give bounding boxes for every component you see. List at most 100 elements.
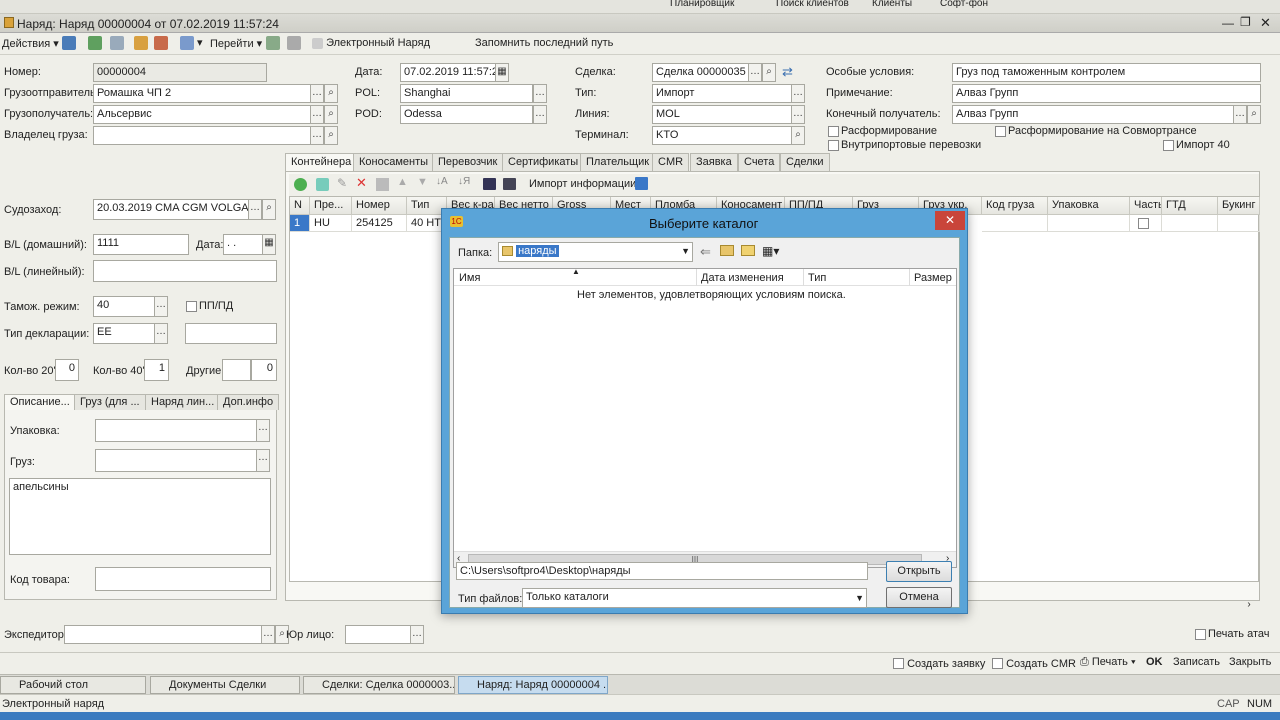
close-icon[interactable]: ✕ — [935, 211, 965, 230]
shipper-dots-button[interactable]: … — [310, 84, 324, 103]
post-icon[interactable] — [134, 36, 148, 50]
date-field[interactable]: 07.02.2019 11:57:24 — [400, 63, 496, 82]
subtab-cargo[interactable]: Груз (для ... — [74, 394, 146, 410]
table-cell[interactable] — [1130, 215, 1162, 232]
sort-desc-icon[interactable]: ↓Я — [458, 176, 470, 187]
col-type[interactable]: Тип — [808, 272, 826, 284]
cancel-button[interactable]: Отмена — [886, 587, 952, 608]
search-icon[interactable]: ⌕ — [324, 84, 338, 103]
col-name[interactable]: Имя — [459, 272, 480, 284]
softfon-button[interactable]: Софт-фон — [940, 0, 988, 9]
qty20-field[interactable]: 0 — [55, 359, 79, 381]
pack-dots-button[interactable]: … — [256, 419, 270, 442]
voyage-dots-button[interactable]: … — [248, 199, 262, 220]
disband-sov-checkbox[interactable] — [995, 126, 1006, 137]
search-icon[interactable]: ⌕ — [324, 126, 338, 145]
tab-cmr[interactable]: CMR — [652, 153, 690, 171]
folder-select[interactable]: наряды ▼ — [498, 242, 693, 262]
view-menu-icon[interactable]: ▦▾ — [762, 244, 779, 258]
task-order[interactable]: Наряд: Наряд 00000004 ...:24 — [458, 676, 608, 694]
col-packing[interactable]: Упаковка — [1048, 197, 1130, 215]
deal-field[interactable]: Сделка 00000035 от — [652, 63, 749, 82]
final-recipient-field[interactable]: Алваз Групп — [952, 105, 1234, 124]
description-textarea[interactable]: апельсины — [9, 478, 271, 555]
exchange-icon[interactable]: ⇄ — [782, 64, 793, 80]
pod-field[interactable]: Odessa — [400, 105, 533, 124]
col-date[interactable]: Дата изменения — [701, 272, 784, 284]
table-cell[interactable] — [1218, 215, 1260, 232]
code-field[interactable] — [95, 567, 271, 591]
export-icon[interactable] — [503, 178, 516, 190]
path-field[interactable]: C:\Users\softpro4\Desktop\наряды — [456, 562, 868, 580]
import40-checkbox[interactable] — [1163, 140, 1174, 151]
pol-field[interactable]: Shanghai — [400, 84, 533, 103]
col-size[interactable]: Размер — [914, 272, 952, 284]
forwarder-field[interactable] — [64, 625, 262, 644]
help-icon[interactable] — [266, 36, 280, 50]
cargo-field[interactable] — [95, 449, 257, 472]
special-field[interactable]: Груз под таможенным контролем — [952, 63, 1261, 82]
pol-dots-button[interactable]: … — [533, 84, 547, 103]
list-icon[interactable] — [287, 36, 301, 50]
bl-home-field[interactable]: 1111 — [93, 234, 189, 255]
declaration-extra-field[interactable] — [185, 323, 277, 344]
cargo-dots-button[interactable]: … — [256, 449, 270, 472]
end-edit-icon[interactable] — [376, 178, 389, 191]
print-attach-checkbox[interactable] — [1195, 629, 1206, 640]
qty40-field[interactable]: 1 — [144, 359, 169, 381]
subtab-description[interactable]: Описание... — [4, 394, 76, 410]
copy-row-icon[interactable] — [316, 178, 329, 191]
new-folder-icon[interactable] — [741, 245, 755, 256]
part-checkbox[interactable] — [1138, 218, 1149, 229]
tab-containers[interactable]: Контейнера — [285, 153, 358, 172]
structure-icon[interactable] — [180, 36, 194, 51]
tab-payer[interactable]: Плательщик — [580, 153, 656, 171]
other-field[interactable]: 0 — [251, 359, 277, 381]
bl-date-field[interactable]: . . — [223, 234, 263, 255]
task-deal[interactable]: Сделки: Сделка 0000003...:33 — [303, 676, 455, 694]
customs-field[interactable]: 40 — [93, 296, 155, 317]
minimize-icon[interactable]: — — [1222, 16, 1234, 30]
table-row[interactable]: 1 — [290, 215, 310, 232]
open-button[interactable]: Открыть — [886, 561, 952, 582]
declaration-field[interactable]: ЕЕ — [93, 323, 155, 344]
refresh-icon[interactable] — [88, 36, 102, 50]
save-icon[interactable] — [62, 36, 76, 50]
consignee-field[interactable]: Альсервис — [93, 105, 311, 124]
filetype-select[interactable]: Только каталоги ▼ — [522, 588, 867, 608]
type-field[interactable]: Импорт — [652, 84, 792, 103]
search-icon[interactable]: ⌕ — [1247, 105, 1261, 124]
actions-menu[interactable]: Действия ▾ — [2, 37, 59, 50]
tab-bills[interactable]: Коносаменты — [353, 153, 435, 171]
line-dots-button[interactable]: … — [791, 105, 805, 124]
search-icon[interactable]: ⌕ — [762, 63, 776, 82]
voyage-field[interactable]: 20.03.2019 CMA CGM VOLGA 0В: — [93, 199, 249, 220]
close-button[interactable]: Закрыть — [1229, 656, 1271, 668]
forwarder-dots-button[interactable]: … — [261, 625, 275, 644]
up-folder-icon[interactable] — [720, 245, 734, 256]
monitor-icon[interactable] — [483, 178, 496, 190]
calendar-icon[interactable]: ▦ — [495, 63, 509, 82]
edit-icon[interactable]: ✎ — [337, 176, 347, 190]
col-cargo-code[interactable]: Код груза — [982, 197, 1048, 215]
create-cmr-button[interactable]: Создать CMR — [992, 656, 1076, 670]
tab-carrier[interactable]: Перевозчик — [432, 153, 504, 171]
tab-request[interactable]: Заявка — [690, 153, 738, 171]
close-icon[interactable]: ✕ — [1260, 15, 1271, 31]
legal-dots-button[interactable]: … — [410, 625, 424, 644]
move-up-icon[interactable]: ▲ — [397, 176, 408, 188]
declaration-dots-button[interactable]: … — [154, 323, 168, 344]
table-cell[interactable] — [1162, 215, 1218, 232]
pack-field[interactable] — [95, 419, 257, 442]
tab-invoices[interactable]: Счета — [738, 153, 781, 171]
subtab-extra-info[interactable]: Доп.инфо — [217, 394, 280, 410]
owner-field[interactable] — [93, 126, 311, 145]
col-booking[interactable]: Букинг — [1218, 197, 1260, 215]
search-icon[interactable]: ⌕ — [791, 126, 805, 145]
sort-asc-icon[interactable]: ↓A — [436, 176, 448, 187]
disband-checkbox[interactable] — [828, 126, 839, 137]
create-request-button[interactable]: Создать заявку — [893, 656, 985, 670]
note-field[interactable]: Алваз Групп — [952, 84, 1261, 103]
add-icon[interactable] — [294, 178, 307, 191]
planner-button[interactable]: Планировщик — [670, 0, 734, 9]
